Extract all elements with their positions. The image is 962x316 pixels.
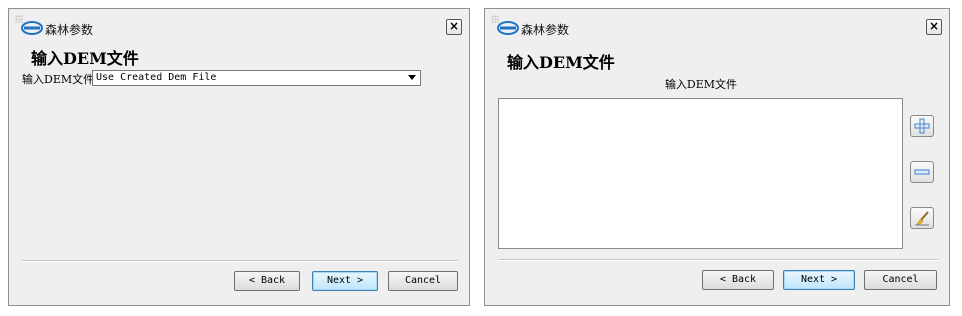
dem-file-value: Use Created Dem File xyxy=(96,72,217,83)
cancel-button[interactable]: Cancel xyxy=(864,270,937,290)
back-button[interactable]: < Back xyxy=(234,271,300,291)
clear-brush-icon xyxy=(915,211,929,226)
next-button[interactable]: Next > xyxy=(312,271,378,291)
cancel-button[interactable]: Cancel xyxy=(388,271,458,291)
dem-file-combobox[interactable]: Use Created Dem File xyxy=(92,70,421,86)
app-logo-icon xyxy=(21,21,43,35)
dem-wizard-dialog-right: 森林参数 × 输入DEM文件 输入DEM文件 < Back Next > Can… xyxy=(484,8,950,306)
dem-list-title: 输入DEM文件 xyxy=(664,78,738,91)
chevron-down-icon[interactable] xyxy=(408,75,416,80)
close-button[interactable]: × xyxy=(926,19,942,35)
page-heading: 输入DEM文件 xyxy=(507,53,615,72)
app-logo-icon xyxy=(497,21,519,35)
window-title: 森林参数 xyxy=(45,23,94,37)
dem-file-label: 输入DEM文件 xyxy=(22,73,95,86)
dem-wizard-dialog-left: 森林参数 × 输入DEM文件 输入DEM文件 Use Created Dem F… xyxy=(8,8,470,306)
button-separator xyxy=(22,260,458,262)
add-icon xyxy=(914,118,930,134)
page-heading: 输入DEM文件 xyxy=(31,49,139,68)
dem-file-list[interactable] xyxy=(498,98,903,249)
remove-icon xyxy=(914,169,930,175)
button-separator xyxy=(498,259,938,261)
clear-button[interactable] xyxy=(910,207,934,229)
back-button[interactable]: < Back xyxy=(702,270,774,290)
add-button[interactable] xyxy=(910,115,934,137)
window-title: 森林参数 xyxy=(521,23,570,37)
remove-button[interactable] xyxy=(910,161,934,183)
next-button[interactable]: Next > xyxy=(783,270,855,290)
close-button[interactable]: × xyxy=(446,19,462,35)
